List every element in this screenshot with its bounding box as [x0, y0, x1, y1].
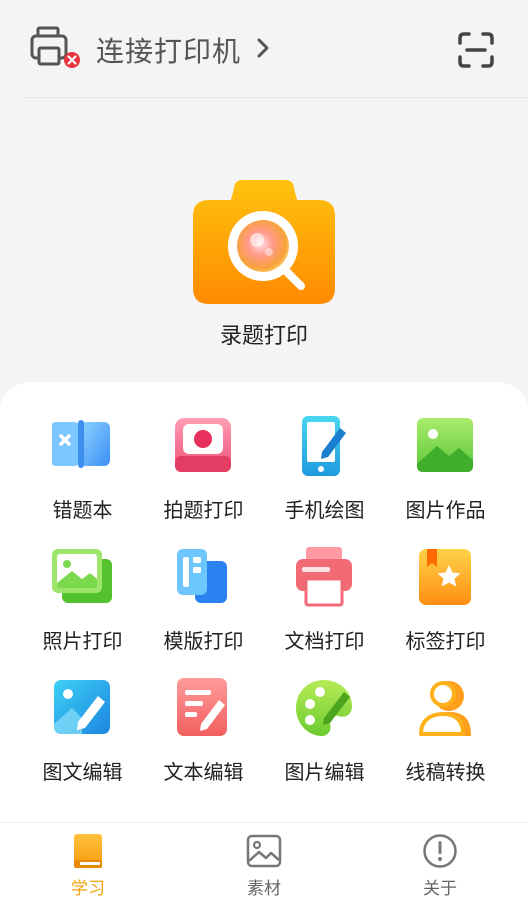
feature-document-print[interactable]: 文档打印 [264, 547, 385, 678]
tab-materials[interactable]: 素材 [176, 823, 352, 904]
image-text-edit-icon [54, 680, 110, 734]
book-icon [74, 834, 102, 868]
connect-printer-button[interactable]: 连接打印机 [22, 20, 282, 80]
feature-phone-drawing[interactable]: 手机绘图 [264, 416, 385, 547]
feature-grid: 错题本 拍题打印 手机绘图 图片作品 照片打印 模版打印 文档打印 标签打印 图… [22, 416, 506, 809]
header-divider [22, 97, 528, 98]
feature-text-edit[interactable]: 文本编辑 [143, 678, 264, 809]
palette-icon [296, 680, 352, 736]
template-icon [177, 549, 227, 603]
feature-label: 图片编辑 [284, 760, 365, 784]
feature-label: 模版打印 [163, 629, 244, 653]
photo-stack-icon [52, 549, 112, 603]
picture-icon [246, 834, 282, 868]
info-icon [423, 834, 457, 868]
book-x-icon [52, 420, 110, 468]
feature-label: 标签打印 [405, 629, 486, 653]
feature-label: 图片作品 [405, 498, 486, 522]
hero-label: 录题打印 [219, 324, 308, 349]
feature-line-art-convert[interactable]: 线稿转换 [385, 678, 506, 809]
feature-label-print[interactable]: 标签打印 [385, 547, 506, 678]
feature-image-edit[interactable]: 图片编辑 [264, 678, 385, 809]
feature-image-text-edit[interactable]: 图文编辑 [22, 678, 143, 809]
tab-label: 素材 [247, 879, 281, 899]
text-edit-icon [177, 678, 227, 736]
chevron-right-icon [257, 38, 269, 58]
record-question-print-button[interactable]: 录题打印 [190, 180, 338, 350]
camera-print-icon [175, 418, 231, 472]
label-star-icon [419, 549, 471, 605]
feature-label: 文档打印 [284, 629, 365, 653]
scan-icon[interactable] [456, 30, 496, 70]
feature-label: 错题本 [52, 498, 113, 522]
feature-label: 图文编辑 [42, 760, 123, 784]
camera-search-icon [193, 180, 335, 304]
tab-label: 学习 [71, 879, 105, 899]
feature-label: 线稿转换 [405, 760, 486, 784]
feature-label: 拍题打印 [163, 498, 244, 522]
feature-photo-question-print[interactable]: 拍题打印 [143, 416, 264, 547]
feature-label: 照片打印 [42, 629, 123, 653]
image-icon [417, 418, 473, 472]
feature-mistake-book[interactable]: 错题本 [22, 416, 143, 547]
document-print-icon [296, 547, 352, 607]
person-outline-icon [419, 681, 471, 736]
connect-printer-label: 连接打印机 [96, 35, 242, 68]
feature-label: 手机绘图 [284, 498, 365, 522]
feature-photo-print[interactable]: 照片打印 [22, 547, 143, 678]
feature-panel: 错题本 拍题打印 手机绘图 图片作品 照片打印 模版打印 文档打印 标签打印 图… [0, 382, 528, 822]
feature-template-print[interactable]: 模版打印 [143, 547, 264, 678]
tab-label: 关于 [423, 879, 457, 899]
phone-draw-icon [302, 416, 346, 476]
header: 连接打印机 [0, 0, 528, 98]
feature-label: 文本编辑 [163, 760, 244, 784]
tab-study[interactable]: 学习 [0, 823, 176, 904]
tab-about[interactable]: 关于 [352, 823, 528, 904]
printer-disconnected-icon [30, 26, 80, 68]
feature-image-works[interactable]: 图片作品 [385, 416, 506, 547]
bottom-tab-bar: 学习 素材 关于 [0, 822, 528, 904]
